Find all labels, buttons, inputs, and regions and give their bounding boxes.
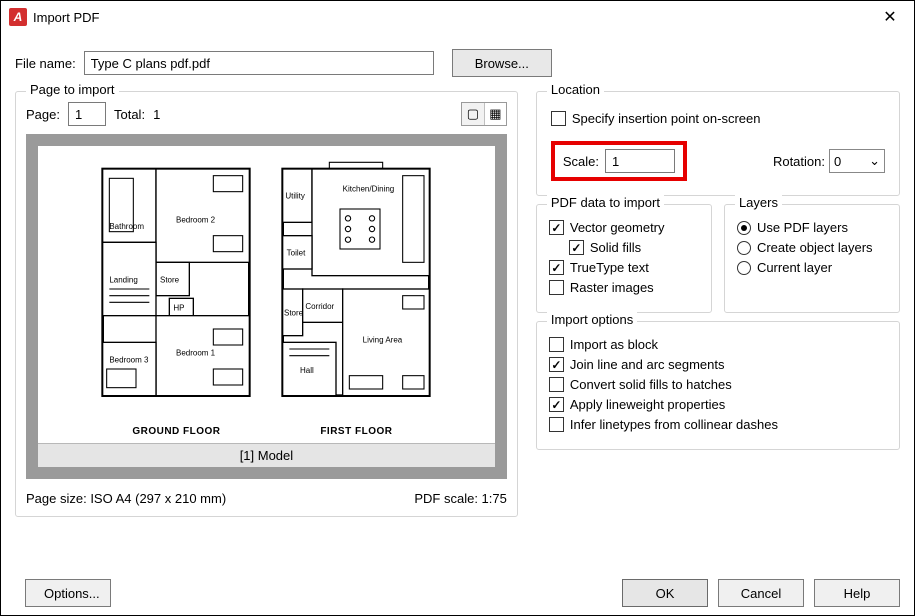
page-label: Page:	[26, 107, 60, 122]
import-pdf-dialog: A Import PDF ✕ File name: Browse... Page…	[0, 0, 915, 616]
window-title: Import PDF	[33, 10, 99, 25]
svg-text:Toilet: Toilet	[287, 248, 306, 257]
create-object-layers-label: Create object layers	[757, 240, 873, 255]
join-segments-label: Join line and arc segments	[570, 357, 725, 372]
truetype-label: TrueType text	[570, 260, 649, 275]
page-size-label: Page size: ISO A4 (297 x 210 mm)	[26, 491, 226, 506]
options-button[interactable]: Options...	[25, 579, 111, 607]
import-as-block-checkbox[interactable]	[549, 337, 564, 352]
grid-view-icon[interactable]: ▦	[484, 103, 506, 125]
create-object-layers-radio[interactable]	[737, 241, 751, 255]
svg-text:Hall: Hall	[300, 366, 314, 375]
pdf-scale-label: PDF scale: 1:75	[414, 491, 507, 506]
svg-text:Living Area: Living Area	[363, 335, 403, 344]
total-label: Total:	[114, 107, 145, 122]
filename-input[interactable]	[84, 51, 434, 75]
scale-highlight: Scale:	[551, 141, 687, 181]
rotation-label: Rotation:	[773, 154, 825, 169]
import-as-block-label: Import as block	[570, 337, 658, 352]
first-floor-label: FIRST FLOOR	[276, 426, 436, 437]
preview-caption: [1] Model	[38, 443, 495, 467]
insertion-point-checkbox[interactable]	[551, 111, 566, 126]
titlebar: A Import PDF ✕	[1, 1, 914, 33]
current-layer-label: Current layer	[757, 260, 832, 275]
svg-text:Utility: Utility	[286, 191, 306, 200]
svg-text:Corridor: Corridor	[306, 302, 335, 311]
page-group-legend: Page to import	[26, 82, 119, 97]
truetype-checkbox[interactable]	[549, 260, 564, 275]
raster-images-label: Raster images	[570, 280, 654, 295]
svg-text:Landing: Landing	[110, 275, 138, 284]
location-legend: Location	[547, 82, 604, 97]
close-icon[interactable]: ✕	[874, 7, 906, 27]
layers-group: Layers Use PDF layers Create object laye…	[724, 204, 900, 313]
layers-legend: Layers	[735, 195, 782, 210]
convert-hatches-label: Convert solid fills to hatches	[570, 377, 732, 392]
chevron-down-icon: ⌄	[869, 153, 880, 169]
join-segments-checkbox[interactable]	[549, 357, 564, 372]
pdf-data-group: PDF data to import Vector geometry Solid…	[536, 204, 712, 313]
floorplan-first: Utility Kitchen/Dining Toilet	[276, 159, 436, 437]
use-pdf-layers-radio[interactable]	[737, 221, 751, 235]
pdf-data-legend: PDF data to import	[547, 195, 664, 210]
location-group: Location Specify insertion point on-scre…	[536, 91, 900, 196]
view-toggle: ▢ ▦	[461, 102, 507, 126]
cancel-button[interactable]: Cancel	[718, 579, 804, 607]
svg-text:Bathroom: Bathroom	[110, 222, 145, 231]
browse-button[interactable]: Browse...	[452, 49, 552, 77]
floorplan-ground: Bathroom Bedroom 2 Store Landing	[96, 159, 256, 437]
page-to-import-group: Page to import Page: Total: 1 ▢ ▦	[15, 91, 518, 517]
import-options-group: Import options Import as block Join line…	[536, 321, 900, 450]
svg-text:Store: Store	[284, 308, 304, 317]
svg-text:Bedroom 2: Bedroom 2	[176, 215, 216, 224]
convert-hatches-checkbox[interactable]	[549, 377, 564, 392]
infer-linetypes-checkbox[interactable]	[549, 417, 564, 432]
ground-floor-label: GROUND FLOOR	[96, 426, 256, 437]
svg-text:Kitchen/Dining: Kitchen/Dining	[343, 184, 395, 193]
use-pdf-layers-label: Use PDF layers	[757, 220, 848, 235]
import-options-legend: Import options	[547, 312, 637, 327]
svg-text:Bedroom 3: Bedroom 3	[110, 355, 150, 364]
raster-images-checkbox[interactable]	[549, 280, 564, 295]
rotation-select[interactable]: 0 ⌄	[829, 149, 885, 173]
single-view-icon[interactable]: ▢	[462, 103, 484, 125]
current-layer-radio[interactable]	[737, 261, 751, 275]
vector-geometry-label: Vector geometry	[570, 220, 665, 235]
lineweight-checkbox[interactable]	[549, 397, 564, 412]
solid-fills-label: Solid fills	[590, 240, 641, 255]
rotation-value: 0	[834, 154, 841, 169]
svg-text:HP: HP	[174, 303, 185, 312]
svg-text:Store: Store	[160, 275, 180, 284]
solid-fills-checkbox[interactable]	[569, 240, 584, 255]
total-value: 1	[153, 107, 160, 122]
app-icon: A	[9, 8, 27, 26]
infer-linetypes-label: Infer linetypes from collinear dashes	[570, 417, 778, 432]
page-number-input[interactable]	[68, 102, 106, 126]
insertion-point-label: Specify insertion point on-screen	[572, 111, 761, 126]
help-button[interactable]: Help	[814, 579, 900, 607]
ok-button[interactable]: OK	[622, 579, 708, 607]
scale-label: Scale:	[563, 154, 599, 169]
svg-text:Bedroom 1: Bedroom 1	[176, 348, 216, 357]
pdf-preview[interactable]: Bathroom Bedroom 2 Store Landing	[26, 134, 507, 479]
filename-label: File name:	[15, 56, 76, 71]
lineweight-label: Apply lineweight properties	[570, 397, 725, 412]
vector-geometry-checkbox[interactable]	[549, 220, 564, 235]
scale-input[interactable]	[605, 149, 675, 173]
